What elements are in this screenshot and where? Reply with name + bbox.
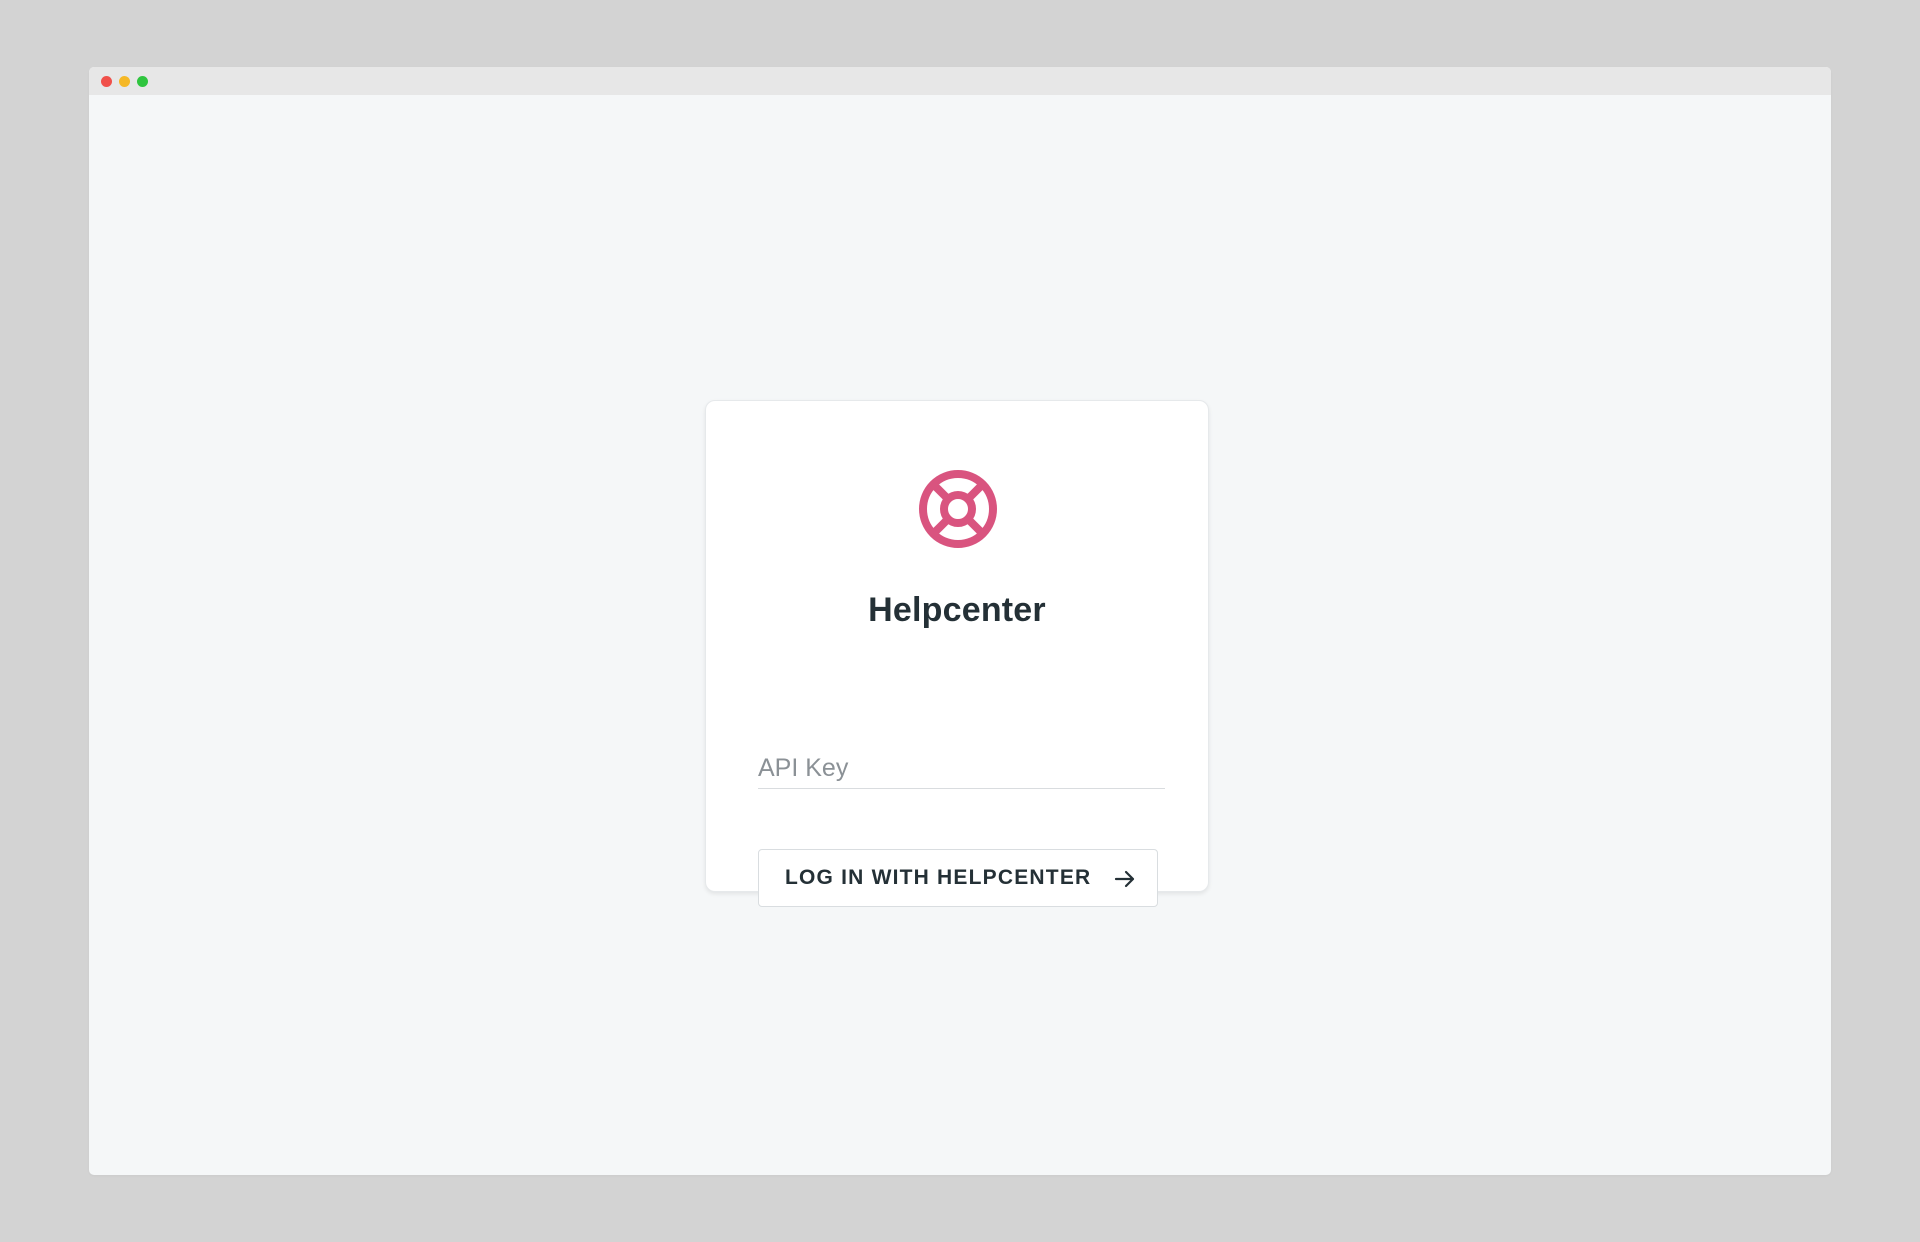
app-title: Helpcenter [868,591,1046,629]
arrow-right-icon [1114,870,1135,888]
login-button-label: LOG IN WITH HELPCENTER [785,866,1092,889]
window-titlebar [89,67,1831,95]
maximize-window-button[interactable] [137,76,148,87]
api-key-field [758,749,1165,789]
minimize-window-button[interactable] [119,76,130,87]
api-key-input[interactable] [758,749,1165,787]
close-window-button[interactable] [101,76,112,87]
browser-window: Helpcenter LOG IN WITH HELPCENTER [89,67,1831,1175]
login-button[interactable]: LOG IN WITH HELPCENTER [758,849,1158,907]
lifebuoy-icon [919,470,997,548]
login-card: Helpcenter LOG IN WITH HELPCENTER [705,400,1209,907]
